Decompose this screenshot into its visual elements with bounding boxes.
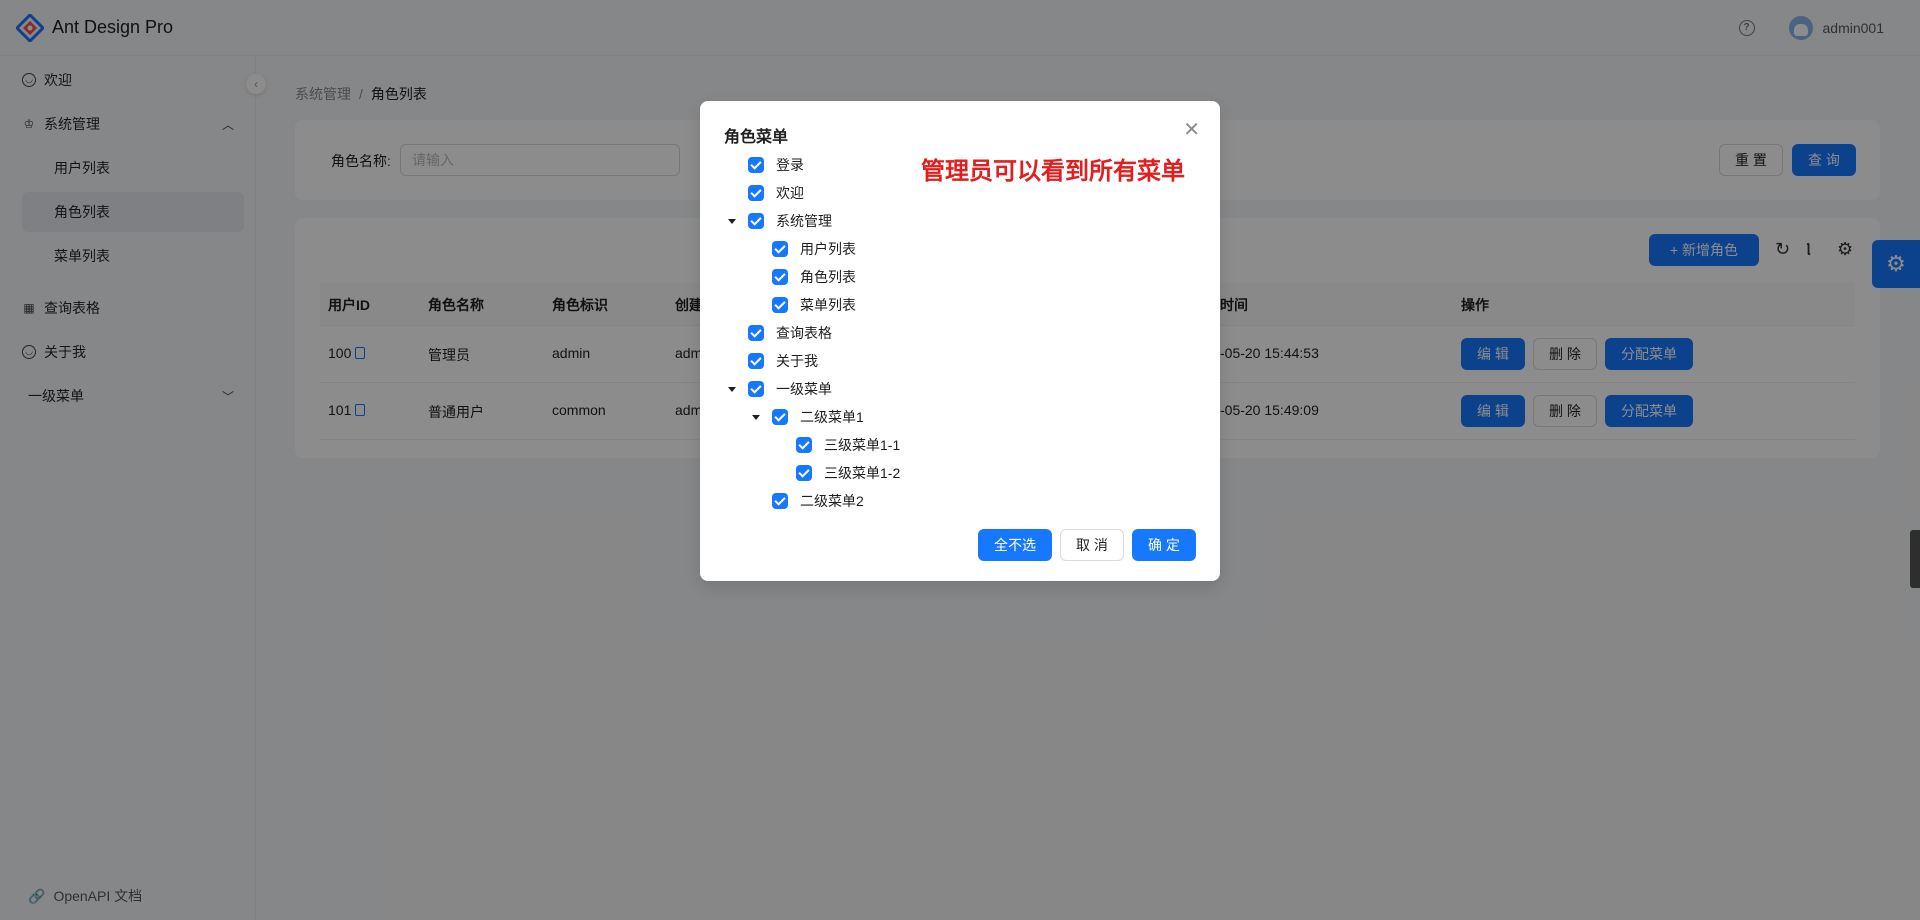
tree-node-label: 欢迎 [776, 185, 804, 201]
tree-node[interactable]: 关于我 [748, 349, 818, 373]
tree-checkbox[interactable] [772, 297, 788, 313]
caret-down-icon[interactable] [752, 415, 760, 420]
annotation-text: 管理员可以看到所有菜单 [921, 158, 1185, 185]
tree-checkbox[interactable] [772, 409, 788, 425]
tree-checkbox[interactable] [748, 353, 764, 369]
tree-checkbox[interactable] [748, 325, 764, 341]
tree-node-label: 登录 [776, 157, 804, 173]
tree-node-label: 用户列表 [800, 241, 856, 257]
caret-down-icon[interactable] [728, 219, 736, 224]
tree-node[interactable]: 登录 [748, 153, 804, 177]
tree-checkbox[interactable] [796, 465, 812, 481]
tree-node[interactable]: 欢迎 [748, 181, 804, 205]
tree-node[interactable]: 三级菜单1-1 [796, 433, 900, 457]
tree-node-label: 关于我 [776, 353, 818, 369]
tree-node-label: 二级菜单2 [800, 493, 864, 509]
tree-checkbox[interactable] [772, 241, 788, 257]
tree-node[interactable]: 菜单列表 [772, 293, 856, 317]
tree-node-label: 菜单列表 [800, 297, 856, 313]
tree-checkbox[interactable] [772, 493, 788, 509]
deselect-all-button[interactable]: 全不选 [978, 529, 1052, 561]
tree-node-label: 系统管理 [776, 213, 832, 229]
ok-button[interactable]: 确 定 [1132, 529, 1196, 561]
tree-node-label: 查询表格 [776, 325, 832, 341]
tree-node[interactable]: 系统管理 [728, 209, 832, 233]
tree-node-label: 一级菜单 [776, 381, 832, 397]
close-icon[interactable]: ✕ [1183, 117, 1200, 142]
tree-checkbox[interactable] [748, 185, 764, 201]
modal-title: 角色菜单 [724, 129, 789, 146]
tree-node[interactable]: 用户列表 [772, 237, 856, 261]
tree-node[interactable]: 一级菜单 [728, 377, 832, 401]
tree-node[interactable]: 角色列表 [772, 265, 856, 289]
tree-node[interactable]: 查询表格 [748, 321, 832, 345]
tree-checkbox[interactable] [796, 437, 812, 453]
tree-node[interactable]: 二级菜单2 [772, 489, 864, 513]
caret-down-icon[interactable] [728, 387, 736, 392]
tree-checkbox[interactable] [748, 157, 764, 173]
tree-node-label: 二级菜单1 [800, 409, 864, 425]
tree-checkbox[interactable] [748, 381, 764, 397]
tree-checkbox[interactable] [748, 213, 764, 229]
tree-node-label: 三级菜单1-2 [824, 465, 901, 481]
tree-node[interactable]: 二级菜单1 [752, 405, 864, 429]
tree-node-label: 三级菜单1-1 [824, 437, 901, 453]
tree-checkbox[interactable] [772, 269, 788, 285]
cancel-button[interactable]: 取 消 [1060, 529, 1124, 561]
tree-node-label: 角色列表 [800, 269, 856, 285]
tree-node[interactable]: 三级菜单1-2 [796, 461, 900, 485]
role-menu-modal: 角色菜单 ✕ 管理员可以看到所有菜单 登录欢迎系统管理用户列表角色列表菜单列表查… [700, 101, 1220, 581]
